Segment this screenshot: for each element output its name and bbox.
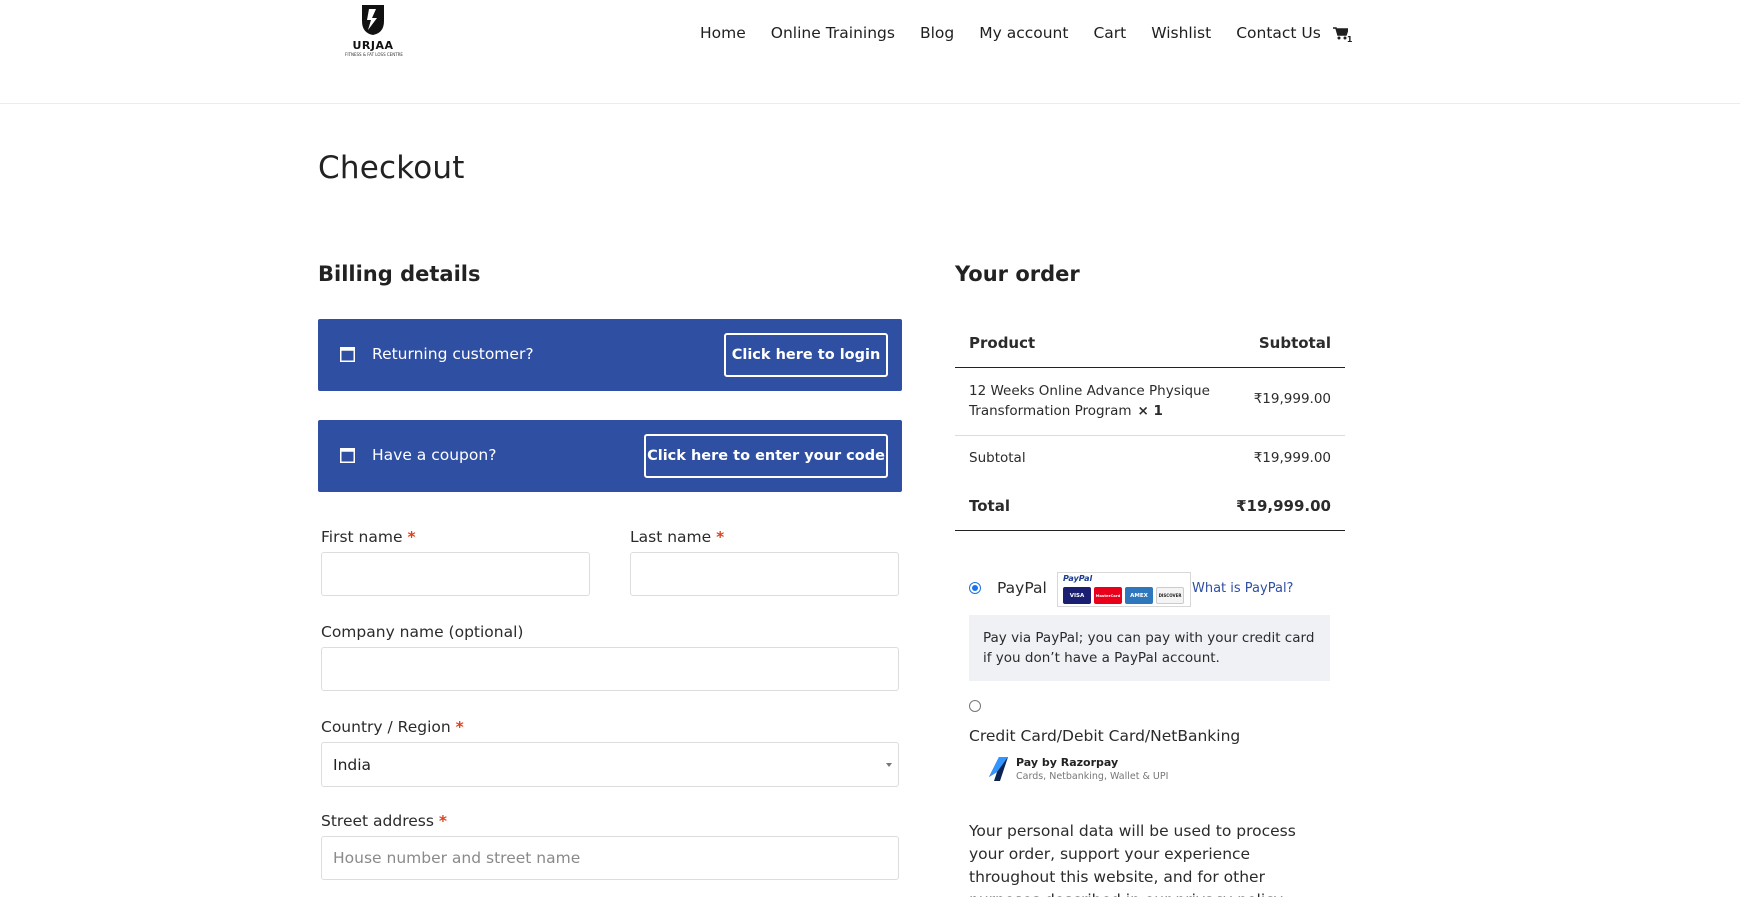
window-icon <box>340 347 355 362</box>
enter-coupon-button[interactable]: Click here to enter your code <box>644 434 888 478</box>
paypal-description-box: Pay via PayPal; you can pay with your cr… <box>969 615 1330 681</box>
first-name-label: First name * <box>321 528 416 546</box>
logo-mark-icon <box>362 5 384 35</box>
last-name-label: Last name * <box>630 528 724 546</box>
login-button[interactable]: Click here to login <box>724 333 888 377</box>
first-name-label-text: First name <box>321 528 403 546</box>
discover-icon: DISCOVER <box>1156 587 1184 604</box>
razorpay-subtitle: Cards, Netbanking, Wallet & UPI <box>1016 771 1169 782</box>
company-label: Company name (optional) <box>321 623 523 641</box>
coupon-text: Have a coupon? <box>372 446 497 464</box>
required-marker: * <box>438 812 447 830</box>
nav-wishlist[interactable]: Wishlist <box>1151 24 1211 42</box>
coupon-notice: Have a coupon? Click here to enter your … <box>318 420 902 492</box>
visa-icon: VISA <box>1063 587 1091 604</box>
street-label: Street address * <box>321 812 447 830</box>
paypal-description: Pay via PayPal; you can pay with your cr… <box>983 630 1315 666</box>
company-field[interactable] <box>321 647 899 691</box>
paypal-radio[interactable] <box>969 582 981 594</box>
total-label: Total <box>969 497 1010 515</box>
cart-glyph-icon <box>1332 27 1349 40</box>
order-total-row: Total ₹19,999.00 <box>955 483 1345 531</box>
nav-online-trainings[interactable]: Online Trainings <box>771 24 895 42</box>
street-address-field[interactable] <box>321 836 899 880</box>
razorpay-title: Pay by Razorpay <box>1016 756 1119 769</box>
site-header: URJAA FITNESS & FAT LOSS CENTRE Home Onl… <box>0 0 1740 104</box>
required-marker: * <box>716 528 725 546</box>
last-name-field[interactable] <box>630 552 899 596</box>
nav-contact-us[interactable]: Contact Us <box>1236 24 1321 42</box>
razorpay-badge: Pay by Razorpay Cards, Netbanking, Walle… <box>985 754 1185 784</box>
returning-customer-notice: Returning customer? Click here to login <box>318 319 902 391</box>
cart-count-badge: 1 <box>1346 35 1353 44</box>
privacy-policy-text: Your personal data will be used to proce… <box>969 822 1296 897</box>
first-name-field[interactable] <box>321 552 590 596</box>
order-table-header: Product Subtotal <box>955 322 1345 368</box>
total-value: ₹19,999.00 <box>1236 497 1331 515</box>
nav-blog[interactable]: Blog <box>920 24 954 42</box>
required-marker: * <box>407 528 416 546</box>
cart-subtotal-row: Subtotal ₹19,999.00 <box>955 437 1345 483</box>
site-logo[interactable]: URJAA FITNESS & FAT LOSS CENTRE <box>343 5 403 61</box>
product-quantity: × 1 <box>1137 403 1163 419</box>
paypal-card-logos: PayPal VISA MasterCard AMEX DISCOVER <box>1057 572 1191 607</box>
paypal-label[interactable]: PayPal <box>997 579 1047 597</box>
table-row: 12 Weeks Online Advance Physique Transfo… <box>955 369 1345 436</box>
required-marker: * <box>455 718 464 736</box>
amex-icon: AMEX <box>1125 587 1153 604</box>
country-select[interactable]: India <box>321 742 899 787</box>
nav-home[interactable]: Home <box>700 24 746 42</box>
country-label: Country / Region * <box>321 718 464 736</box>
paypal-logo-word: PayPal <box>1063 574 1093 583</box>
window-icon <box>340 448 355 463</box>
logo-tagline: FITNESS & FAT LOSS CENTRE <box>345 52 403 57</box>
razorpay-radio[interactable] <box>969 700 981 712</box>
page-title: Checkout <box>318 150 465 186</box>
column-product: Product <box>969 334 1036 352</box>
product-subtotal: ₹19,999.00 <box>1253 391 1331 407</box>
product-name-text: 12 Weeks Online Advance Physique Transfo… <box>969 383 1210 419</box>
product-name: 12 Weeks Online Advance Physique Transfo… <box>969 381 1219 421</box>
mastercard-icon: MasterCard <box>1094 587 1122 604</box>
column-subtotal: Subtotal <box>1258 334 1331 352</box>
order-heading: Your order <box>955 262 1080 286</box>
chevron-down-icon <box>886 763 892 767</box>
country-select-value: India <box>333 755 372 774</box>
cart-icon[interactable]: 1 <box>1332 25 1353 44</box>
logo-brand-text: URJAA <box>352 39 394 52</box>
country-label-text: Country / Region <box>321 718 451 736</box>
billing-heading: Billing details <box>318 262 481 286</box>
nav-cart[interactable]: Cart <box>1093 24 1126 42</box>
what-is-paypal-link[interactable]: What is PayPal? <box>1192 581 1293 596</box>
razorpay-logo-icon <box>989 757 1008 781</box>
street-label-text: Street address <box>321 812 434 830</box>
nav-my-account[interactable]: My account <box>979 24 1068 42</box>
last-name-label-text: Last name <box>630 528 712 546</box>
razorpay-label[interactable]: Credit Card/Debit Card/NetBanking <box>969 727 1240 745</box>
main-nav: Home Online Trainings Blog My account Ca… <box>700 22 1353 44</box>
company-label-text: Company name (optional) <box>321 623 524 641</box>
subtotal-value: ₹19,999.00 <box>1253 450 1331 466</box>
subtotal-label: Subtotal <box>969 450 1026 466</box>
returning-customer-text: Returning customer? <box>372 345 534 363</box>
